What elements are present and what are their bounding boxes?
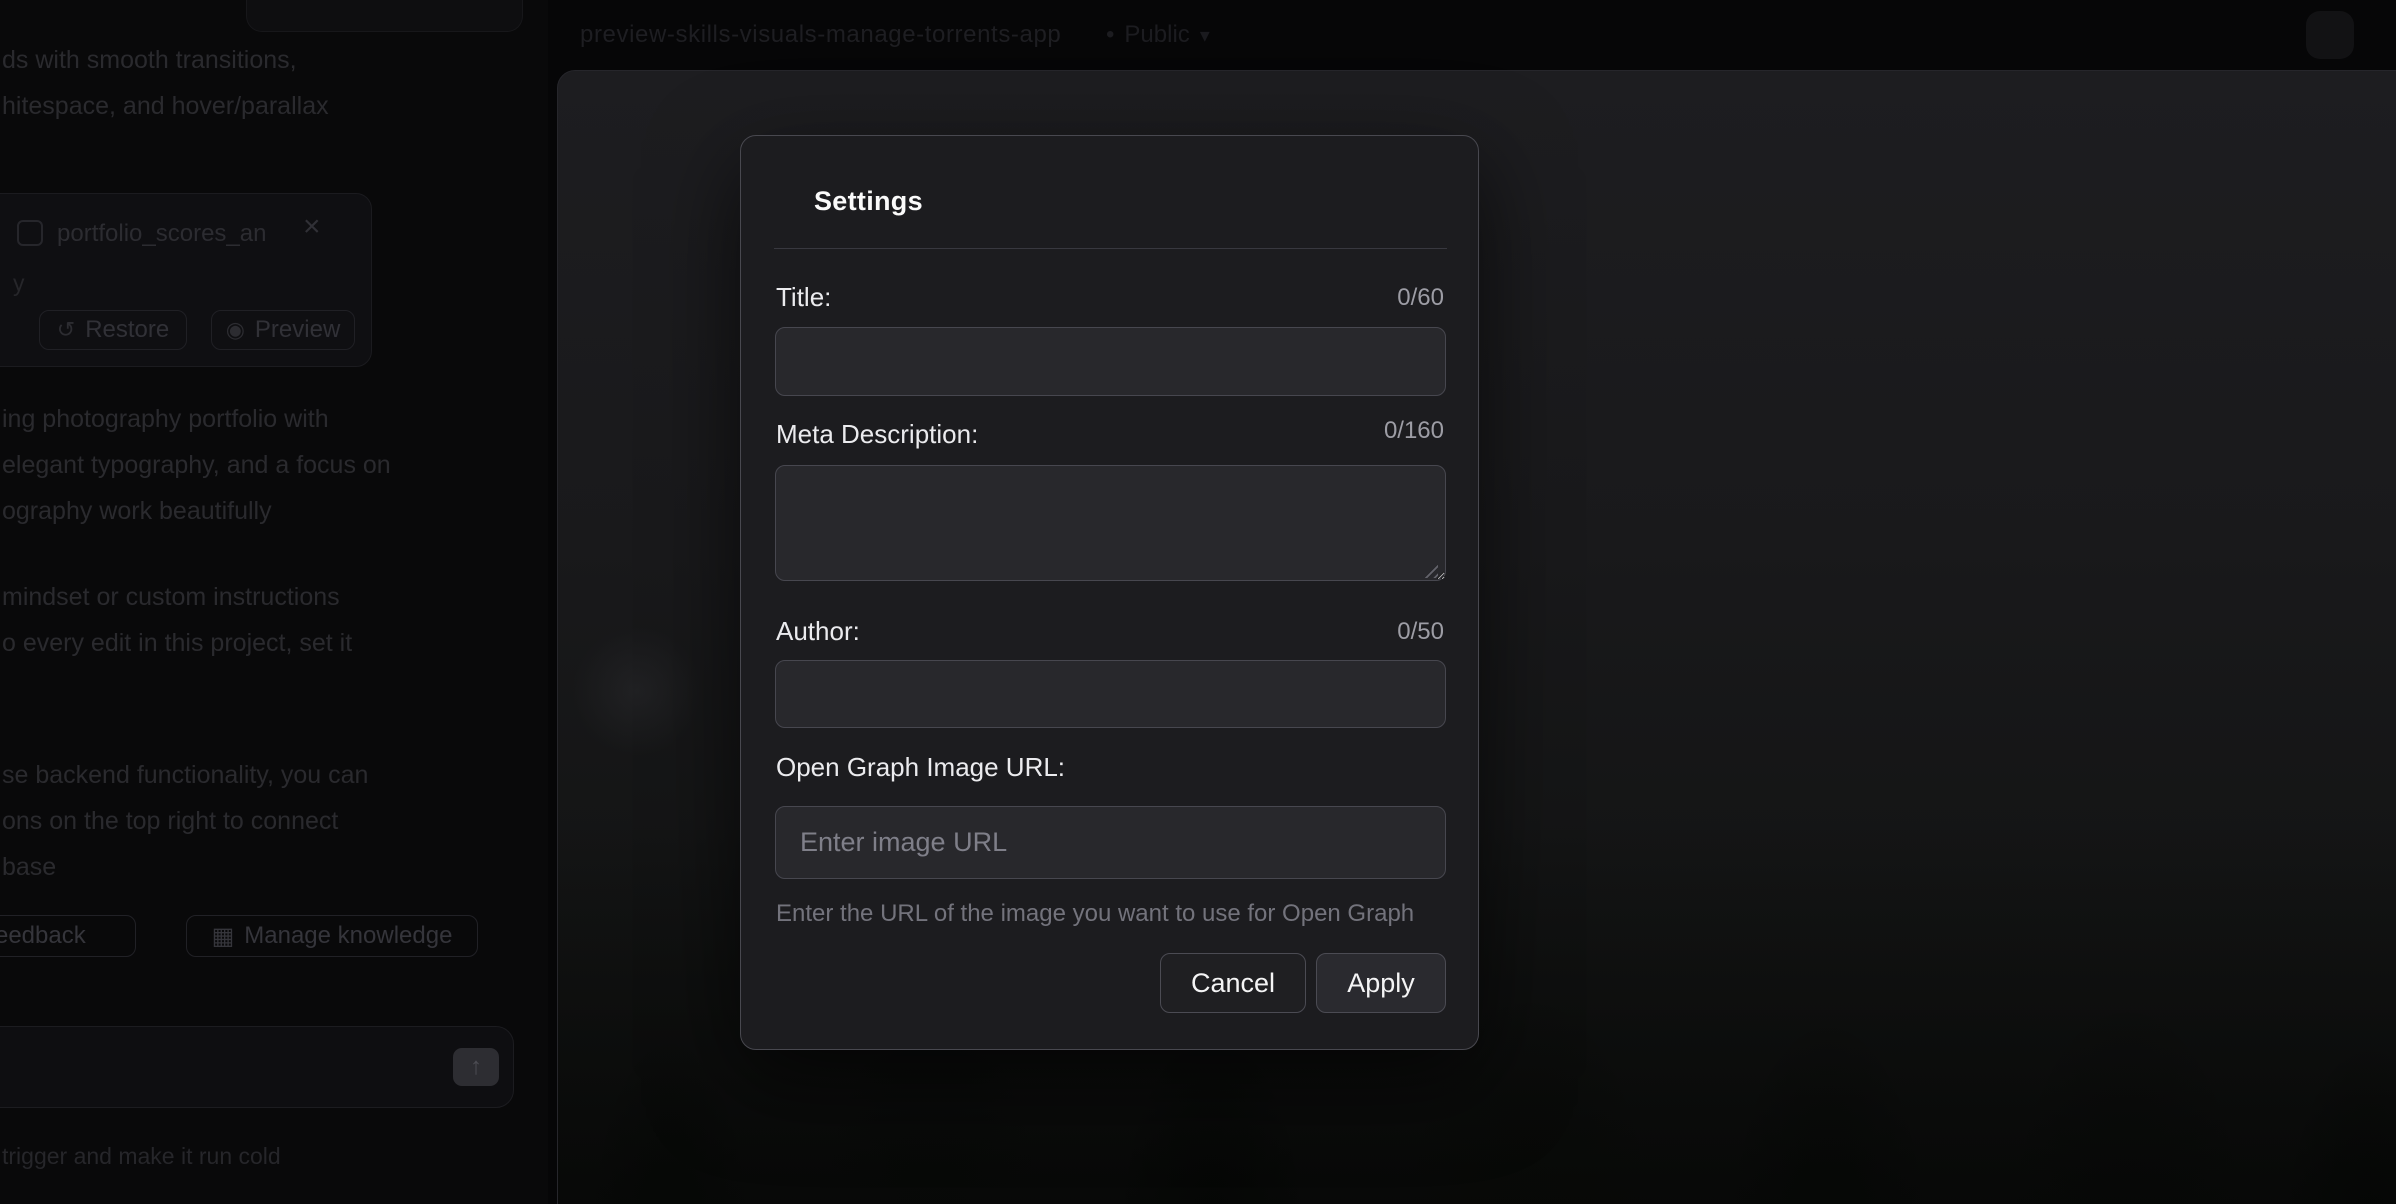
chat-message-line: base: [2, 853, 56, 882]
chat-message-line: ing photography portfolio with: [2, 405, 329, 434]
divider: [774, 248, 1447, 249]
project-title: preview-skills-visuals-manage-torrents-a…: [580, 21, 1061, 49]
author-char-counter: 0/50: [1397, 618, 1444, 646]
chat-message-line: hitespace, and hover/parallax: [2, 92, 329, 121]
dialog-actions: Cancel Apply: [1160, 953, 1446, 1013]
og-image-url-helper-text: Enter the URL of the image you want to u…: [776, 900, 1414, 928]
separator-dot: •: [1106, 21, 1114, 49]
knowledge-grid-icon: ▦: [212, 922, 235, 951]
attachment-file-name: portfolio_scores_an: [57, 220, 266, 248]
title-char-counter: 0/60: [1397, 284, 1444, 312]
composer-disclaimer: trigger and make it run cold: [2, 1143, 281, 1170]
chat-message-line: ds with smooth transitions,: [2, 46, 297, 75]
visibility-dropdown[interactable]: • Public ▾: [1106, 21, 1210, 49]
send-icon: ↑: [470, 1053, 482, 1080]
eye-icon: ◉: [226, 317, 245, 343]
dialog-title: Settings: [814, 186, 923, 217]
chat-sidebar: ds with smooth transitions, hitespace, a…: [0, 0, 548, 1204]
chat-message-line: ography work beautifully: [2, 497, 272, 526]
chat-message-line: elegant typography, and a focus on: [2, 451, 391, 480]
manage-knowledge-label: Manage knowledge: [244, 922, 452, 950]
chat-message-line: o every edit in this project, set it: [2, 629, 352, 658]
app-screen: preview-skills-visuals-manage-torrents-a…: [0, 0, 2396, 1204]
chat-message-line: ons on the top right to connect: [2, 807, 338, 836]
restore-label: Restore: [85, 316, 169, 344]
sidebar-top-tab[interactable]: [246, 0, 523, 32]
chat-input[interactable]: [17, 1035, 417, 1099]
chat-composer: ↑: [0, 1026, 514, 1108]
page-logo-glow: [572, 626, 702, 756]
og-image-url-input[interactable]: [775, 806, 1446, 879]
feedback-button[interactable]: feedback: [0, 915, 136, 957]
author-field-label: Author:: [776, 616, 860, 647]
send-button[interactable]: ↑: [453, 1048, 499, 1086]
restore-button[interactable]: ↺ Restore: [39, 310, 187, 350]
version-card: portfolio_scores_an × y ↺ Restore ◉ Prev…: [0, 193, 372, 367]
settings-dialog: Settings Title: 0/60 Meta Description: 0…: [740, 135, 1479, 1050]
title-field-label: Title:: [776, 282, 831, 313]
manage-knowledge-button[interactable]: ▦ Manage knowledge: [186, 915, 478, 957]
title-input[interactable]: [775, 327, 1446, 396]
file-icon: [17, 220, 43, 246]
meta-description-label: Meta Description:: [776, 419, 978, 450]
avatar[interactable]: [2306, 11, 2354, 59]
author-input[interactable]: [775, 660, 1446, 728]
attachment-meta: y: [13, 270, 25, 297]
og-image-url-label: Open Graph Image URL:: [776, 752, 1065, 783]
visibility-label: Public: [1124, 21, 1189, 49]
chevron-down-icon: ▾: [1200, 23, 1210, 48]
apply-button[interactable]: Apply: [1316, 953, 1446, 1013]
meta-description-textarea[interactable]: [775, 465, 1446, 581]
chat-message-line: mindset or custom instructions: [2, 583, 340, 612]
chat-message-line: se backend functionality, you can: [2, 761, 368, 790]
preview-button[interactable]: ◉ Preview: [211, 310, 355, 350]
restore-icon: ↺: [57, 317, 75, 343]
close-icon[interactable]: ×: [303, 212, 321, 242]
cancel-button[interactable]: Cancel: [1160, 953, 1306, 1013]
meta-description-char-counter: 0/160: [1384, 417, 1444, 445]
feedback-label: feedback: [0, 922, 86, 950]
preview-label: Preview: [255, 316, 340, 344]
